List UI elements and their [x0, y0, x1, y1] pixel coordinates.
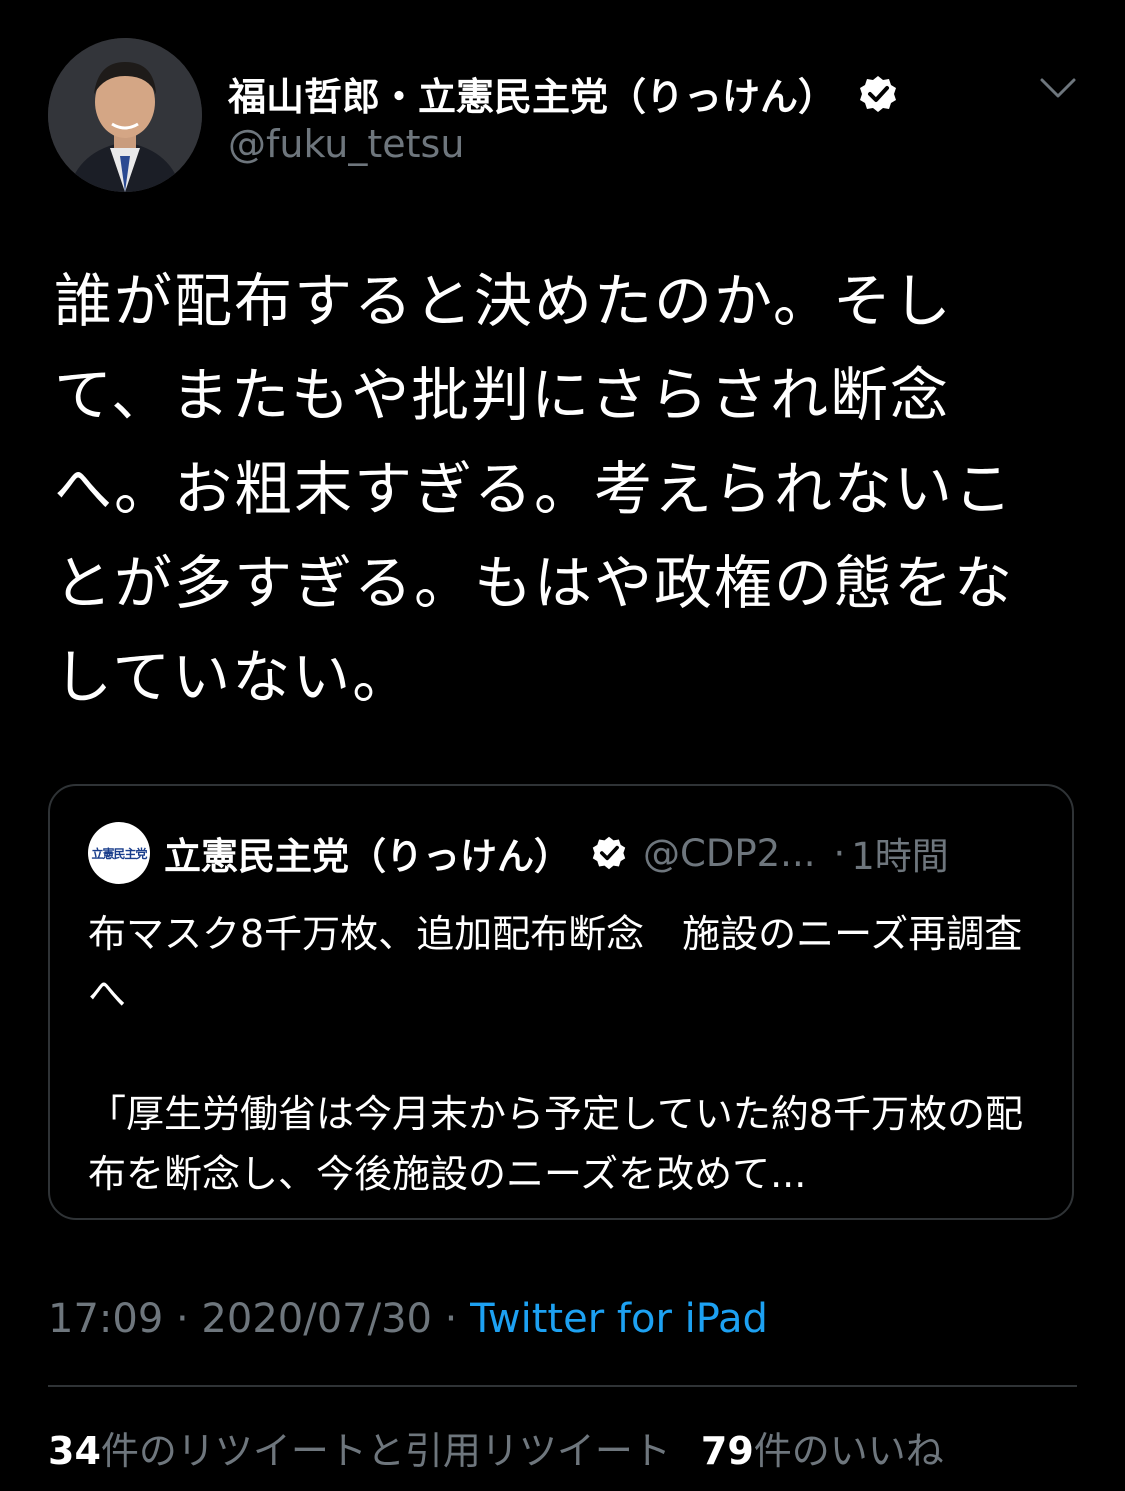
quoted-header: 立憲民主党（りっけん） @CDP2... · 1時間 [164, 826, 949, 880]
tweet-source-link[interactable]: Twitter for iPad [470, 1296, 768, 1342]
like-count: 79 [700, 1429, 754, 1473]
retweet-stat[interactable]: 34件のリツイートと引用リツイート [48, 1429, 671, 1473]
divider [48, 1385, 1077, 1387]
verified-badge-icon [860, 75, 897, 112]
avatar[interactable] [48, 38, 202, 192]
tweet-meta: 17:09 · 2020/07/30 · Twitter for iPad [48, 1296, 768, 1342]
like-stat[interactable]: 79件のいいね [701, 1429, 944, 1473]
tweet-stats: 34件のリツイートと引用リツイート 79件のいいね [48, 1420, 944, 1475]
quoted-handle[interactable]: @CDP2... [643, 832, 815, 875]
quoted-avatar[interactable]: 立憲民主党 [88, 822, 150, 884]
retweet-label: 件のリツイートと引用リツイート [100, 1429, 671, 1473]
retweet-count: 34 [48, 1429, 101, 1473]
tweet-timestamp: 17:09 · 2020/07/30 · [48, 1296, 471, 1342]
quoted-display-name[interactable]: 立憲民主党（りっけん） [164, 826, 571, 880]
quoted-time: 1時間 [851, 835, 949, 878]
tweet-header: 福山哲郎・立憲民主党（りっけん） @fuku_tetsu [48, 38, 1088, 198]
quoted-tweet[interactable]: 立憲民主党 立憲民主党（りっけん） @CDP2... · 1時間 布マスク8千万… [48, 784, 1074, 1220]
quoted-separator: · [833, 831, 846, 875]
chevron-down-icon[interactable] [1038, 74, 1078, 102]
like-label: 件のいいね [753, 1429, 944, 1473]
display-name-row[interactable]: 福山哲郎・立憲民主党（りっけん） [228, 66, 898, 121]
quoted-text: 布マスク8千万枚、追加配布断念 施設のニーズ再調査へ 「厚生労働省は今月末から予… [88, 912, 1024, 1196]
avatar-photo [48, 38, 202, 192]
display-name[interactable]: 福山哲郎・立憲民主党（りっけん） [228, 66, 836, 121]
quoted-avatar-logo: 立憲民主党 [91, 846, 147, 861]
user-handle[interactable]: @fuku_tetsu [228, 122, 464, 166]
verified-badge-icon [592, 836, 626, 870]
tweet-text: 誰が配布すると決めたのか。そして、またもや批判にさらされ断念へ。お粗末すぎる。考… [54, 267, 1015, 711]
